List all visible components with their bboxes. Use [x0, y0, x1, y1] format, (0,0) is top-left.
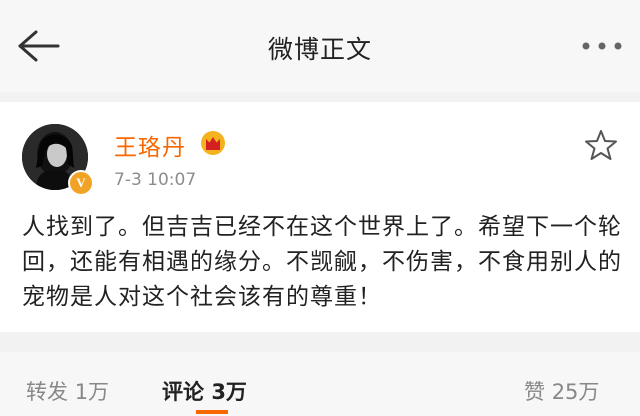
- action-bar: 转发 1万 评论 3万 赞 25万: [0, 352, 640, 416]
- post-content: 人找到了。但吉吉已经不在这个世界上了。希望下一个轮回，还能有相遇的缘分。不觊觎，…: [22, 214, 622, 310]
- page-title: 微博正文: [267, 35, 372, 64]
- like-count: 25万: [551, 380, 600, 404]
- top-bar: 微博正文: [0, 0, 640, 92]
- like-button[interactable]: 赞 25万: [524, 376, 599, 406]
- comment-tab[interactable]: 评论 3万: [162, 376, 247, 406]
- more-dots-icon[interactable]: [580, 38, 624, 54]
- repost-count: 1万: [74, 380, 110, 404]
- star-icon[interactable]: [584, 128, 618, 162]
- active-tab-indicator: [196, 410, 228, 414]
- post-time: 7-3 10:07: [114, 170, 197, 190]
- verified-badge: V: [68, 170, 94, 196]
- weibo-post: V 王珞丹 7-3 10:07 人找到了。但吉吉已经不在这个世界上了。希望下一个…: [0, 102, 640, 332]
- crown-icon: [201, 131, 225, 155]
- like-label: 赞: [524, 380, 545, 404]
- repost-button[interactable]: 转发 1万: [26, 376, 109, 406]
- comment-label: 评论: [162, 380, 204, 404]
- comment-count: 3万: [211, 380, 247, 404]
- username[interactable]: 王珞丹: [114, 128, 186, 162]
- repost-label: 转发: [26, 380, 68, 404]
